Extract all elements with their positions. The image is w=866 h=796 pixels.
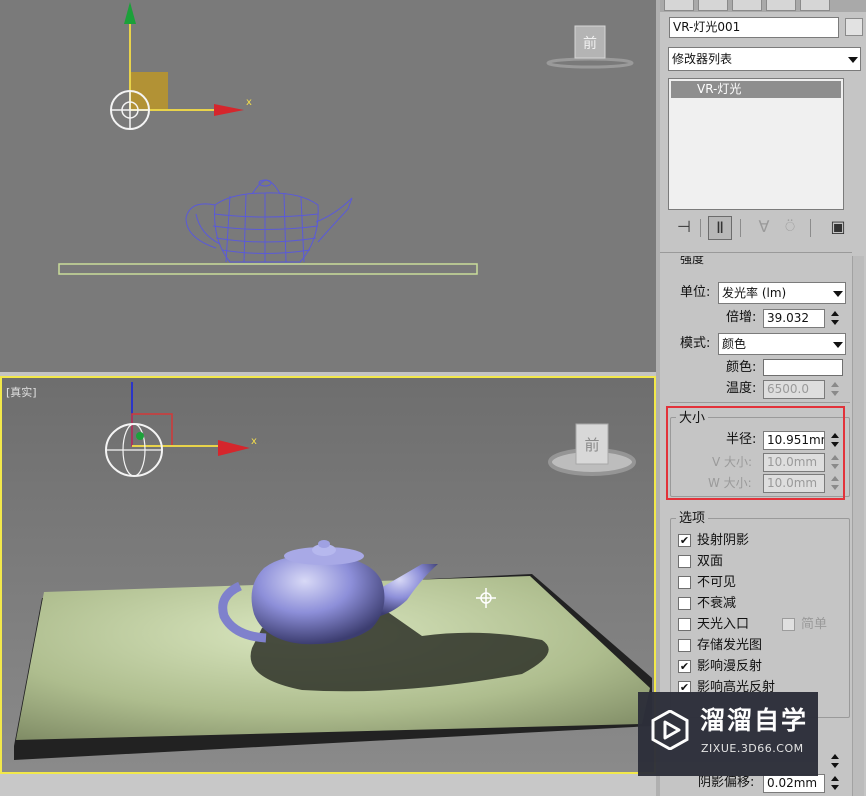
viewcube-label: 前 [583,35,597,52]
modifier-list-dropdown[interactable]: 修改器列表 [668,47,861,71]
perspective-viewport[interactable]: [真实] x 前 [0,376,656,774]
watermark-url: ZIXUE.3D66.COM [701,742,804,755]
front-viewport-canvas: x 前 [58,2,634,275]
invisible-label: 不可见 [697,575,737,590]
object-color-swatch[interactable] [845,18,863,36]
watermark-logo: 溜溜自学 ZIXUE.3D66.COM [638,692,818,776]
chevron-down-icon [833,291,843,297]
cast-shadows-label: 投射阴影 [697,533,750,548]
command-panel: VR-灯光001 修改器列表 VR-灯光 ⊣ Ⅱ ∀ ⍥ ▣ 强度 单位: 发光… [660,0,866,796]
viewcube-label: 前 [584,436,599,454]
unit-label: 单位: [680,285,711,300]
modifier-stack[interactable]: VR-灯光 [668,78,844,210]
multiplier-spinner[interactable] [830,309,840,327]
hierarchy-tab-icon[interactable] [732,0,762,11]
teapot-wireframe [185,179,353,263]
shadow-bias-spinner[interactable] [830,774,840,792]
multiplier-input[interactable]: 39.032 [763,309,825,328]
watermark-title: 溜溜自学 [700,706,809,735]
shadow-bias-input[interactable]: 0.02mm [763,774,825,793]
plane-wireframe [58,263,478,275]
object-name-field[interactable]: VR-灯光001 [669,17,839,38]
temperature-input[interactable]: 6500.0 [763,380,825,399]
gizmo-x-label: x [246,97,252,108]
unit-value: 发光率 (lm) [722,286,787,300]
store-irradiance-checkbox[interactable] [678,639,691,652]
intensity-group-bottom [670,402,850,403]
shadow-bias-label: 阴影偏移: [698,775,755,790]
skylight-portal-checkbox[interactable] [678,618,691,631]
simple-label: 简单 [801,617,828,632]
unit-dropdown[interactable]: 发光率 (lm) [718,282,846,304]
viewcube-ring [546,57,634,69]
rollout-separator [660,252,852,253]
modifier-list-label: 修改器列表 [672,52,733,66]
create-tab-icon[interactable] [664,0,694,11]
shadow-subdivs-spinner[interactable] [830,752,840,770]
stack-item-vrlight[interactable]: VR-灯光 [671,81,841,98]
affect-diffuse-label: 影响漫反射 [697,659,763,674]
gizmo-x-label: x [251,436,257,447]
pin-stack-icon[interactable]: ⊣ [672,216,696,240]
temperature-spinner[interactable] [830,380,840,398]
temperature-label: 温度: [726,381,757,396]
gizmo-x-arrow [218,440,250,456]
options-group-title: 选项 [676,511,709,527]
gizmo-x-arrow [214,104,244,116]
modify-tab-icon[interactable] [698,0,728,11]
perspective-viewport-canvas: x 前 [14,382,652,760]
configure-sets-icon[interactable]: ▣ [826,216,850,240]
intensity-group-title: 强度 [680,256,705,265]
status-strip [0,774,656,796]
simple-checkbox[interactable] [782,618,795,631]
color-label: 颜色: [726,360,757,375]
make-unique-icon[interactable]: ∀ [752,216,776,240]
multiplier-label: 倍增: [726,310,757,325]
affect-diffuse-checkbox[interactable]: ✔ [678,660,691,673]
remove-modifier-icon[interactable]: ⍥ [778,216,802,240]
gizmo-y-arrow [124,2,136,24]
cast-shadows-checkbox[interactable]: ✔ [678,534,691,547]
show-end-result-icon[interactable]: Ⅱ [708,216,732,240]
double-sided-checkbox[interactable] [678,555,691,568]
panel-scrollbar[interactable] [852,256,864,796]
play-logo-icon [651,710,689,750]
stack-toolbar: ⊣ Ⅱ ∀ ⍥ ▣ [668,216,856,242]
mode-dropdown[interactable]: 颜色 [718,333,846,355]
store-irradiance-label: 存储发光图 [697,638,763,653]
size-highlight-frame [666,406,845,500]
no-decay-label: 不衰减 [697,596,737,611]
skylight-portal-label: 天光入口 [697,617,750,632]
display-tab-icon[interactable] [800,0,830,11]
no-decay-checkbox[interactable] [678,597,691,610]
chevron-down-icon [833,342,843,348]
mode-value: 颜色 [722,337,747,351]
mode-label: 模式: [680,336,711,351]
chevron-down-icon [848,57,858,63]
motion-tab-icon[interactable] [766,0,796,11]
color-swatch[interactable] [763,359,843,376]
viewport-shading-label[interactable]: [真实] [6,384,37,400]
invisible-checkbox[interactable] [678,576,691,589]
double-sided-label: 双面 [697,554,724,569]
front-viewport[interactable]: x 前 [0,0,656,372]
command-panel-tabs [660,0,866,12]
